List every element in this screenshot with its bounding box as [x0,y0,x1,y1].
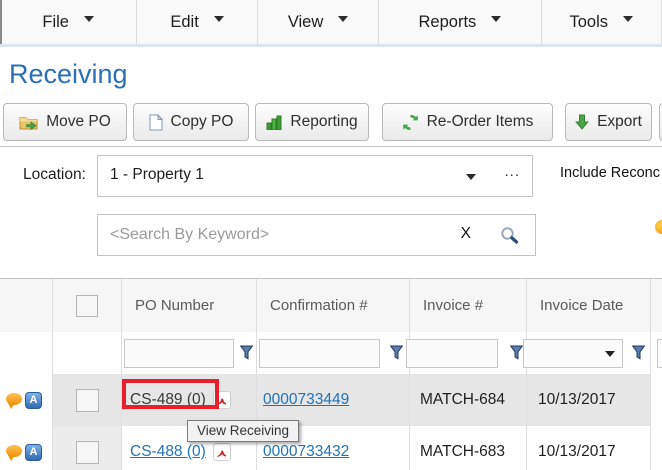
receiving-grid: PO Number Confirmation # Invoice # Invoi… [0,278,662,470]
invoice-filter-input[interactable] [406,339,498,368]
menu-reports[interactable]: Reports [379,0,541,44]
confirmation-link[interactable]: 0000733449 [263,391,349,409]
location-label: Location: [23,166,86,184]
grid-header-row: PO Number Confirmation # Invoice # Invoi… [0,279,662,333]
grid-filter-row [0,332,662,375]
header-clipped-column [651,279,662,332]
filter-funnel-icon[interactable] [510,345,523,360]
reporting-label: Reporting [290,113,357,131]
invoice-number: MATCH-683 [420,443,505,461]
chevron-down-icon [491,16,501,22]
header-invoice[interactable]: Invoice # [410,279,527,332]
menu-edit-label: Edit [170,13,198,32]
search-icon[interactable] [500,226,519,245]
comment-bubble-icon[interactable] [6,393,22,405]
row-checkbox[interactable] [76,441,99,464]
move-po-button[interactable]: Move PO [3,103,127,141]
row1-invoice-cell: MATCH-684 [410,374,527,426]
menu-reports-label: Reports [419,13,477,32]
menu-view[interactable]: View [258,0,379,44]
filter-funnel-icon[interactable] [632,345,645,360]
date-filter-caret-icon[interactable] [605,351,615,357]
row1-po-cell: CS-489 (0) [122,374,257,426]
confirmation-filter-input[interactable] [259,339,380,368]
filter-funnel-icon[interactable] [240,345,253,360]
table-row[interactable]: A CS-489 (0) 0000733449 MATCH-684 10/13/… [0,374,662,427]
row2-icons-cell: A [0,426,53,470]
section-divider [0,146,662,147]
reorder-items-button[interactable]: Re-Order Items [382,103,553,141]
approval-a-icon[interactable]: A [25,444,42,461]
search-clear-button[interactable]: X [461,225,471,243]
menu-bar: File Edit View Reports Tools [0,0,662,47]
chevron-down-icon [623,16,633,22]
table-row[interactable]: A CS-488 (0) 0000733432 MATCH-683 10/13/… [0,426,662,470]
export-button[interactable]: Export [565,103,652,141]
reporting-button[interactable]: Reporting [255,103,369,141]
location-value: 1 - Property 1 [110,166,204,184]
menu-edit[interactable]: Edit [137,0,257,44]
row2-select-cell [53,426,122,470]
copy-po-label: Copy PO [171,113,234,131]
page-title: Receiving [9,59,128,90]
reporting-icon [266,115,282,130]
include-reconciled-label: Include Reconc [560,165,662,181]
move-po-label: Move PO [46,113,111,131]
filter-funnel-icon[interactable] [390,345,403,360]
search-box: X [97,214,536,256]
location-dropdown[interactable]: 1 - Property 1 ... [97,155,533,197]
row2-invoice-cell: MATCH-683 [410,426,527,470]
row-checkbox[interactable] [76,389,99,412]
export-icon [575,114,589,130]
filter-select-cell [53,332,122,374]
reorder-items-icon [402,114,419,131]
row1-clipped-cell [651,374,662,426]
header-select-column [53,279,122,332]
menu-file-label: File [42,13,69,32]
pdf-icon[interactable] [213,391,231,409]
approval-a-icon[interactable]: A [25,392,42,409]
po-number-link[interactable]: CS-488 (0) [130,443,206,461]
row1-icons-cell: A [0,374,53,426]
chevron-down-icon [84,16,94,22]
menu-view-label: View [288,13,323,32]
chevron-down-icon [338,16,348,22]
menu-tools[interactable]: Tools [542,0,662,44]
location-browse-button[interactable]: ... [504,163,520,180]
receiving-window: File Edit View Reports Tools Receiving M… [0,0,662,470]
pdf-icon[interactable] [213,443,231,461]
row1-confirmation-cell: 0000733449 [257,374,410,426]
invoice-date: 10/13/2017 [538,443,616,461]
clipped-filter-input[interactable] [657,339,662,368]
copy-po-button[interactable]: Copy PO [133,103,249,141]
header-confirmation[interactable]: Confirmation # [257,279,410,332]
row2-clipped-cell [651,426,662,470]
header-icons-column [0,279,53,332]
edge-clipped-icon [655,220,662,234]
comment-bubble-icon[interactable] [6,445,22,457]
menu-tools-label: Tools [570,13,609,32]
confirmation-link[interactable]: 0000733432 [263,443,349,461]
copy-po-icon [149,114,163,131]
dropdown-caret-icon [466,174,476,180]
tooltip: View Receiving [187,420,299,442]
search-input[interactable] [98,215,440,255]
filter-icons-cell [0,332,53,374]
chevron-down-icon [214,16,224,22]
export-label: Export [597,113,642,131]
po-number-link[interactable]: CS-489 (0) [130,391,206,409]
menu-file[interactable]: File [0,0,137,44]
invoice-number: MATCH-684 [420,391,505,409]
row1-select-cell [53,374,122,426]
row2-date-cell: 10/13/2017 [527,426,651,470]
select-all-checkbox[interactable] [76,295,98,317]
po-filter-input[interactable] [124,339,234,368]
header-po-number[interactable]: PO Number [122,279,257,332]
header-invoice-date[interactable]: Invoice Date [527,279,651,332]
row1-date-cell: 10/13/2017 [527,374,651,426]
invoice-date: 10/13/2017 [538,391,616,409]
reorder-items-label: Re-Order Items [427,113,534,131]
move-po-icon [19,115,38,130]
